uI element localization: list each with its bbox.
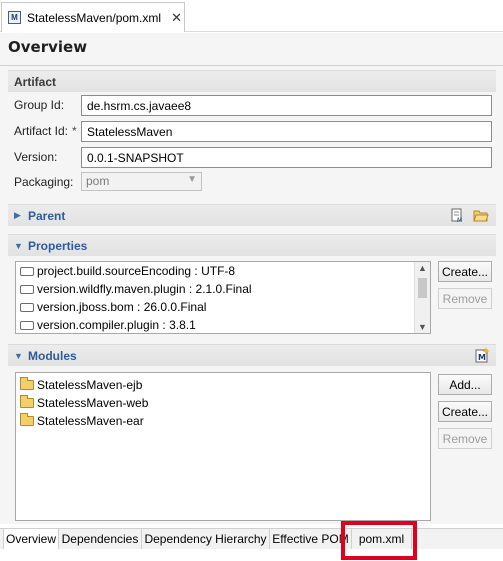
- list-item[interactable]: version.compiler.plugin : 3.8.1: [16, 316, 430, 333]
- folder-icon: [20, 377, 34, 390]
- property-label: version.jboss.bom : 26.0.0.Final: [37, 300, 207, 314]
- select-parent-icon[interactable]: M: [449, 207, 465, 223]
- tab-overview[interactable]: Overview: [3, 529, 59, 549]
- modules-remove-button[interactable]: Remove: [438, 428, 492, 449]
- properties-section-header[interactable]: ▼ Properties: [8, 234, 496, 256]
- parent-section-header[interactable]: ▶ Parent: [8, 204, 496, 226]
- modules-section-header[interactable]: ▼ Modules: [8, 344, 496, 366]
- properties-create-button[interactable]: Create...: [438, 261, 492, 282]
- expand-down-icon[interactable]: ▼: [14, 351, 24, 361]
- version-field[interactable]: [81, 147, 492, 168]
- page-tabs: Overview Dependencies Dependency Hierarc…: [0, 528, 503, 549]
- new-module-icon[interactable]: M: [474, 347, 490, 363]
- properties-remove-button[interactable]: Remove: [438, 288, 492, 309]
- overview-form: Overview Artifact Group Id: Artifact Id:…: [0, 33, 503, 524]
- page-title: Overview: [8, 38, 88, 56]
- property-icon: [20, 320, 34, 330]
- editor-tab-strip: M StatelessMaven/pom.xml ✕: [0, 0, 503, 32]
- editor-tab-pom[interactable]: M StatelessMaven/pom.xml ✕: [1, 2, 185, 32]
- module-label: StatelessMaven-ear: [37, 414, 144, 428]
- packaging-select[interactable]: pom ▼: [81, 172, 202, 191]
- editor-tab-title: StatelessMaven/pom.xml: [27, 10, 162, 25]
- close-icon[interactable]: ✕: [171, 11, 182, 24]
- chevron-down-icon: ▼: [187, 174, 197, 185]
- folder-icon: [20, 395, 34, 408]
- tab-dependency-hierarchy[interactable]: Dependency Hierarchy: [142, 529, 270, 549]
- properties-list[interactable]: project.build.sourceEncoding : UTF-8 ver…: [15, 261, 431, 334]
- property-label: version.wildfly.maven.plugin : 2.1.0.Fin…: [37, 282, 252, 296]
- module-label: StatelessMaven-ejb: [37, 378, 143, 392]
- modules-create-button[interactable]: Create...: [438, 401, 492, 422]
- packaging-value: pom: [86, 174, 110, 188]
- modules-add-button[interactable]: Add...: [438, 374, 492, 395]
- modules-section-title: Modules: [28, 348, 77, 363]
- tab-effective-pom[interactable]: Effective POM: [270, 529, 352, 549]
- property-label: version.compiler.plugin : 3.8.1: [37, 318, 196, 332]
- group-id-field[interactable]: [81, 95, 492, 116]
- property-icon: [20, 302, 34, 312]
- property-label: project.build.sourceEncoding : UTF-8: [37, 264, 236, 278]
- module-label: StatelessMaven-web: [37, 396, 149, 410]
- tab-pom-xml[interactable]: pom.xml: [352, 529, 412, 549]
- tab-dependencies[interactable]: Dependencies: [59, 529, 142, 549]
- title-divider: [0, 65, 503, 66]
- svg-text:M: M: [457, 217, 462, 223]
- maven-pom-icon: M: [8, 11, 21, 24]
- vertical-scrollbar[interactable]: ▲ ▼: [414, 262, 430, 333]
- list-item[interactable]: version.wildfly.maven.plugin : 2.1.0.Fin…: [16, 280, 430, 298]
- required-marker: *: [72, 124, 77, 138]
- list-item[interactable]: StatelessMaven-ear: [16, 412, 430, 430]
- group-id-label: Group Id:: [14, 98, 65, 112]
- property-icon: [20, 284, 34, 294]
- expand-down-icon[interactable]: ▼: [14, 241, 24, 251]
- expand-right-icon[interactable]: ▶: [14, 210, 24, 221]
- properties-section-title: Properties: [28, 238, 88, 253]
- artifact-id-label: Artifact Id:: [14, 124, 69, 138]
- scroll-up-icon[interactable]: ▲: [418, 263, 427, 273]
- artifact-section-header: Artifact: [8, 70, 496, 92]
- svg-text:M: M: [478, 353, 486, 362]
- folder-icon: [20, 413, 34, 426]
- artifact-id-field[interactable]: [81, 121, 492, 142]
- scroll-down-icon[interactable]: ▼: [418, 322, 427, 332]
- list-item[interactable]: StatelessMaven-web: [16, 394, 430, 412]
- version-label: Version:: [14, 150, 58, 164]
- list-item[interactable]: project.build.sourceEncoding : UTF-8: [16, 262, 430, 280]
- scroll-thumb[interactable]: [418, 278, 427, 298]
- list-item[interactable]: version.jboss.bom : 26.0.0.Final: [16, 298, 430, 316]
- open-folder-icon[interactable]: [473, 207, 489, 223]
- artifact-section-title: Artifact: [14, 74, 57, 89]
- list-item[interactable]: StatelessMaven-ejb: [16, 376, 430, 394]
- property-icon: [20, 266, 34, 276]
- packaging-label: Packaging:: [14, 175, 74, 189]
- modules-list[interactable]: StatelessMaven-ejb StatelessMaven-web St…: [15, 372, 431, 521]
- parent-section-title: Parent: [28, 208, 66, 223]
